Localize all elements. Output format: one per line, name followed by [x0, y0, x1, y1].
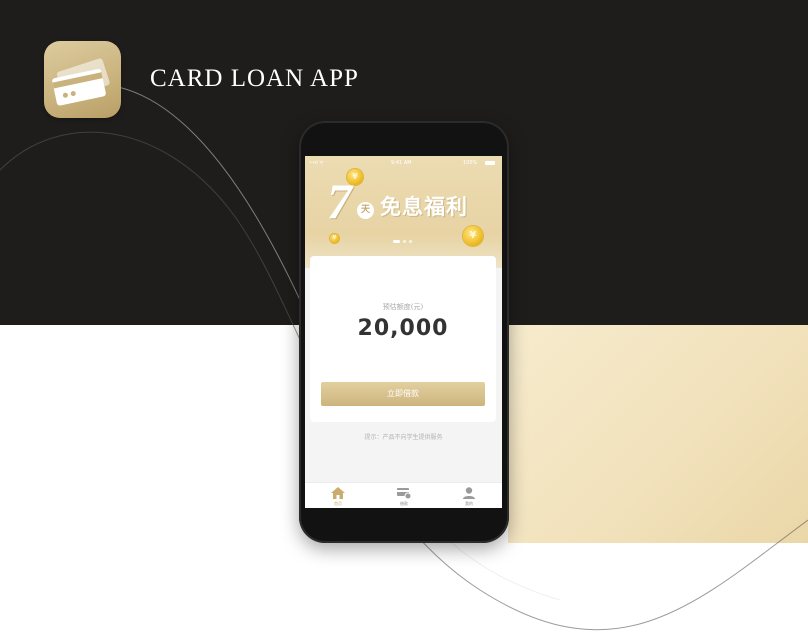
credit-card-panel: 预估额度(元) 20,000 立即借款 — [310, 256, 496, 422]
carousel-indicator[interactable] — [393, 240, 417, 244]
home-icon — [331, 487, 345, 499]
promo-banner[interactable]: ••ıl ᯤ 9:41 AM 100% ¥ ¥ ¥ 7 天 免息福利 — [305, 156, 502, 268]
user-icon — [463, 487, 475, 499]
banner-headline: 免息福利 — [380, 195, 468, 219]
notice-text: 提示：产品不向学生提供服务 — [364, 434, 443, 441]
carousel-dot-active[interactable] — [393, 240, 400, 243]
signal-icon: ••ıl ᯤ — [309, 160, 324, 166]
banner-day-badge: 天 — [357, 202, 374, 219]
gold-coin-icon: ¥ — [330, 234, 339, 243]
status-time: 9:41 AM — [391, 160, 412, 166]
borrow-now-button[interactable]: 立即借款 — [321, 382, 485, 406]
tab-home[interactable]: 首页 — [305, 483, 371, 508]
tab-home-label: 首页 — [334, 501, 342, 506]
banner-number: 7 — [327, 173, 352, 229]
carousel-dot[interactable] — [403, 240, 406, 243]
carousel-dot[interactable] — [409, 240, 412, 243]
bottom-tab-bar: 首页 借款 我的 — [305, 482, 502, 508]
credit-limit-label: 预估额度(元) — [382, 303, 424, 311]
credit-limit-amount: 20,000 — [357, 316, 449, 341]
app-title: CARD LOAN APP — [150, 65, 359, 92]
tab-loan[interactable]: 借款 — [371, 483, 437, 508]
loan-card-icon — [397, 488, 411, 499]
tab-profile-label: 我的 — [465, 501, 473, 506]
tab-loan-label: 借款 — [400, 501, 408, 506]
battery-icon — [485, 161, 495, 165]
gold-coin-icon: ¥ — [463, 226, 483, 246]
credit-cards-icon — [44, 41, 121, 118]
status-bar: ••ıl ᯤ 9:41 AM 100% — [305, 159, 502, 168]
tab-profile[interactable]: 我的 — [436, 483, 502, 508]
battery-percent: 100% — [463, 160, 478, 166]
phone-screen: ••ıl ᯤ 9:41 AM 100% ¥ ¥ ¥ 7 天 免息福利 预估额度(… — [305, 156, 502, 508]
